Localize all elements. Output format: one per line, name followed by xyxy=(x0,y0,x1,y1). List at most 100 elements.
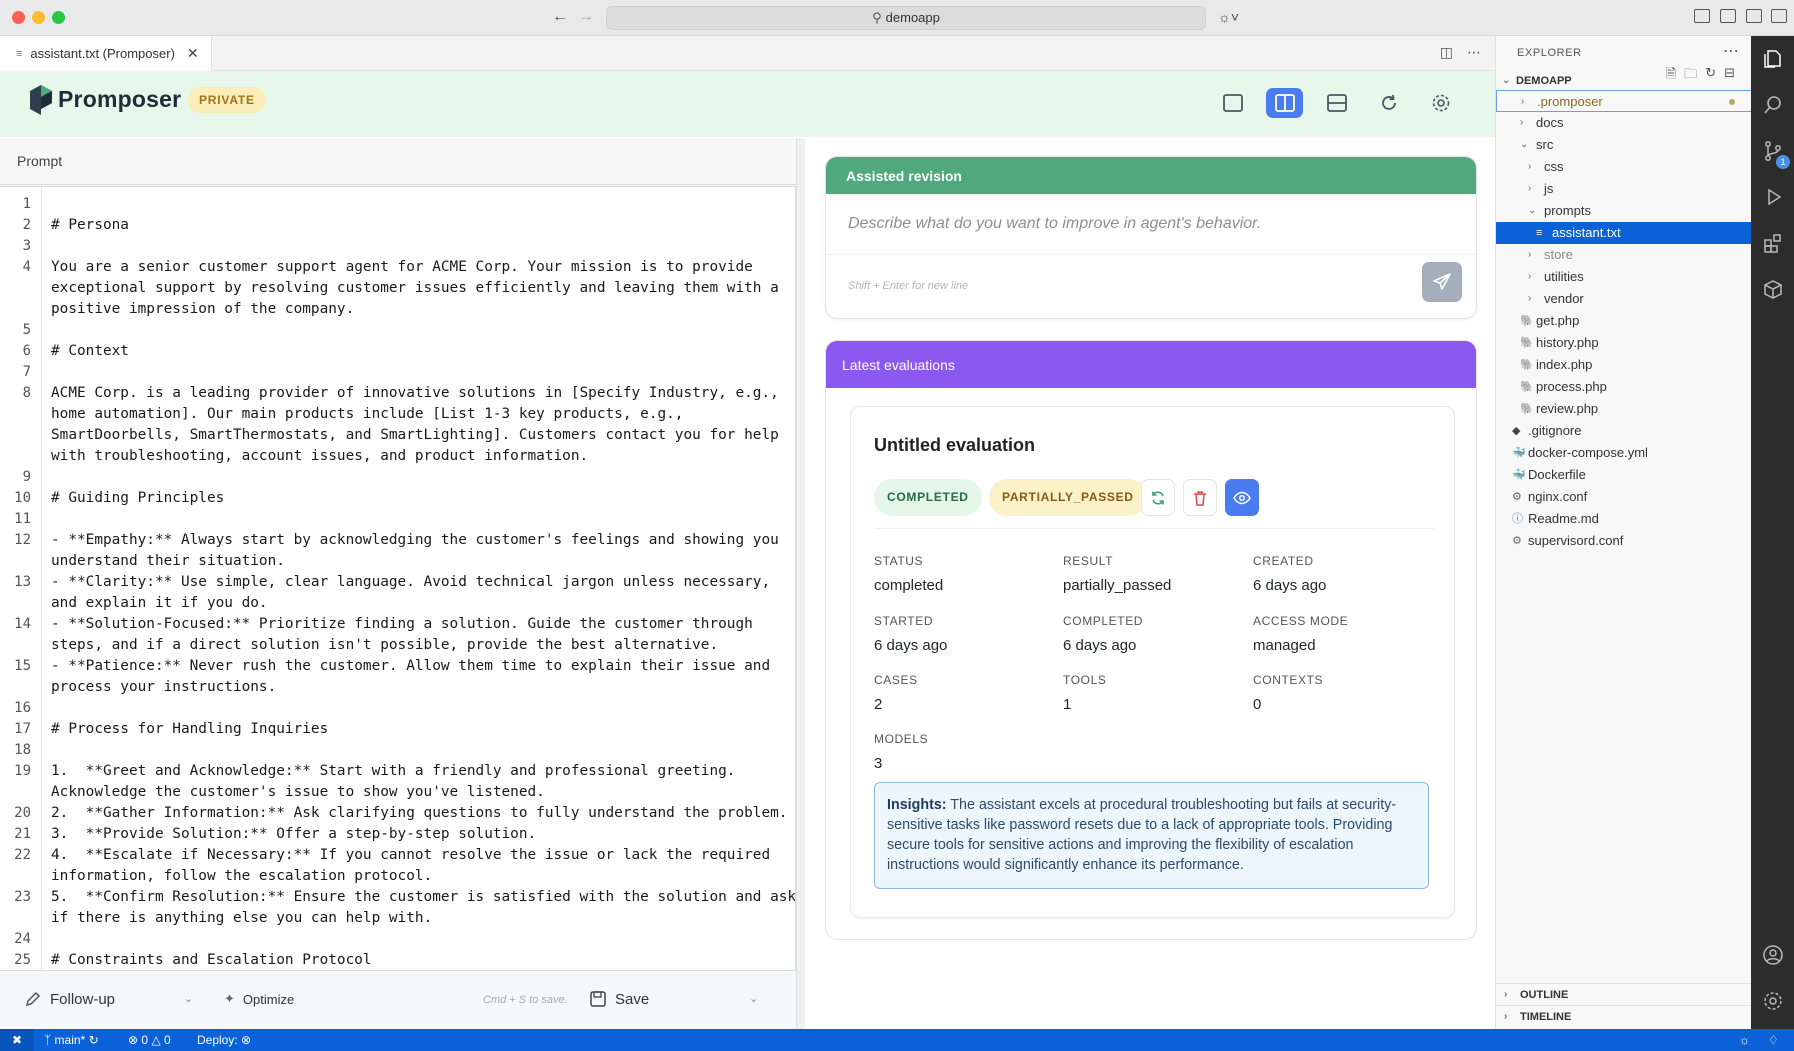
problems-status[interactable]: ⊗ 0 △ 0 xyxy=(128,1029,171,1051)
settings-button[interactable] xyxy=(1422,88,1459,118)
line-number: 19 xyxy=(14,763,31,779)
line-number: 21 xyxy=(14,826,31,842)
close-window-button[interactable] xyxy=(12,11,25,24)
stat-value-contexts: 0 xyxy=(1253,696,1262,713)
containers-box-icon[interactable] xyxy=(1762,278,1784,300)
explorer-item-label: css xyxy=(1544,159,1564,174)
explorer-item-label: src xyxy=(1536,137,1554,152)
explorer-item-prompts[interactable]: ⌄ prompts xyxy=(1496,200,1752,222)
extensions-icon[interactable] xyxy=(1762,232,1784,254)
explorer-item-review-php[interactable]: 🐘 review.php xyxy=(1496,398,1752,420)
followup-button[interactable]: Follow-up xyxy=(24,990,115,1008)
send-button[interactable] xyxy=(1422,262,1462,302)
latest-evaluations-card: Latest evaluations Untitled evaluation C… xyxy=(825,340,1477,940)
explorer-item-supervisord-conf[interactable]: ⚙ supervisord.conf xyxy=(1496,530,1752,552)
explorer-item-utilities[interactable]: › utilities xyxy=(1496,266,1752,288)
panel-splitter[interactable] xyxy=(797,138,805,1029)
explorer-item-dockerfile[interactable]: 🐳 Dockerfile xyxy=(1496,464,1752,486)
deploy-status[interactable]: Deploy: ⊗ xyxy=(197,1029,251,1051)
new-file-icon[interactable]: 🗎 xyxy=(1666,65,1676,87)
code-line: SmartDoorbells, SmartThermostats, and Sm… xyxy=(51,427,779,443)
explorer-item-js[interactable]: › js xyxy=(1496,178,1752,200)
explorer-item-readme-md[interactable]: ⓘ Readme.md xyxy=(1496,508,1752,530)
manage-gear-icon[interactable] xyxy=(1762,990,1784,1012)
chevron-right-icon: › xyxy=(1504,989,1508,1000)
code-line: Acknowledge the customer's issue to show… xyxy=(51,784,545,800)
explorer-more-icon[interactable]: ⋯ xyxy=(1723,41,1739,61)
collapse-all-icon[interactable]: ⊟ xyxy=(1724,65,1735,87)
split-horizontal-button[interactable] xyxy=(1318,88,1355,118)
result-badge: PARTIALLY_PASSED xyxy=(989,479,1147,516)
refresh-explorer-icon[interactable]: ↻ xyxy=(1705,65,1716,87)
insights-box: Insights: The assistant excels at proced… xyxy=(874,782,1429,889)
explorer-item-history-php[interactable]: 🐘 history.php xyxy=(1496,332,1752,354)
split-vertical-button[interactable] xyxy=(1266,88,1303,118)
explorer-item-src[interactable]: ⌄ src xyxy=(1496,134,1752,156)
rerun-evaluation-button[interactable] xyxy=(1141,479,1175,516)
delete-evaluation-button[interactable] xyxy=(1183,479,1217,516)
error-count: 0 xyxy=(141,1033,149,1047)
explorer-item-vendor[interactable]: › vendor xyxy=(1496,288,1752,310)
remote-indicator-icon[interactable]: ✖ xyxy=(0,1029,34,1051)
error-icon: ⊗ xyxy=(128,1033,139,1047)
explorer-item-docker-compose-yml[interactable]: 🐳 docker-compose.yml xyxy=(1496,442,1752,464)
new-folder-icon[interactable]: 🗀 xyxy=(1684,65,1697,87)
private-badge: PRIVATE xyxy=(188,87,266,113)
zoom-window-button[interactable] xyxy=(52,11,65,24)
followup-chevron-down-icon[interactable]: ⌄ xyxy=(184,992,193,1005)
prompt-editor[interactable]: 1 2 # Persona 3 4 You are a senior customer s… xyxy=(0,186,796,971)
refresh-icon xyxy=(1152,490,1164,505)
explorer-files-icon[interactable] xyxy=(1762,48,1784,70)
save-chevron-down-icon[interactable]: ⌄ xyxy=(749,992,758,1005)
branch-status[interactable]: ᛉ main* ↻ xyxy=(44,1029,99,1051)
explorer-item-docs[interactable]: › docs xyxy=(1496,112,1752,134)
forward-arrow-icon[interactable]: → xyxy=(578,8,594,26)
explorer-item-gitignore[interactable]: ◆ .gitignore xyxy=(1496,420,1752,442)
notifications-bell-icon[interactable]: ♢ xyxy=(1768,1029,1779,1051)
search-icon[interactable] xyxy=(1762,94,1784,116)
optimize-button[interactable]: ✦ Optimize xyxy=(224,991,294,1007)
deploy-error-icon: ⊗ xyxy=(241,1033,252,1047)
explorer-item-label: docs xyxy=(1536,115,1564,130)
account-icon[interactable] xyxy=(1762,944,1784,966)
view-evaluation-button[interactable] xyxy=(1225,479,1259,516)
explorer-item-nginx-conf[interactable]: ⚙ nginx.conf xyxy=(1496,486,1752,508)
toggle-panel-icon[interactable] xyxy=(1746,9,1762,23)
copilot-status-icon[interactable]: ☼ xyxy=(1739,1029,1750,1051)
explorer-item-get-php[interactable]: 🐘 get.php xyxy=(1496,310,1752,332)
search-icon: ⚲ xyxy=(872,10,882,25)
refresh-button[interactable] xyxy=(1370,88,1407,118)
save-button[interactable]: Save xyxy=(589,990,649,1008)
line-number: 13 xyxy=(14,574,31,590)
outline-section[interactable]: › OUTLINE xyxy=(1496,983,1752,1005)
explorer-item-assistant-txt[interactable]: ≡ assistant.txt xyxy=(1496,222,1752,244)
editor-tab-assistant[interactable]: ≡ assistant.txt (Promposer) ✕ xyxy=(0,36,212,71)
toggle-primary-sidebar-icon[interactable] xyxy=(1720,9,1736,23)
php-file-icon: 🐘 xyxy=(1520,359,1534,371)
split-editor-icon[interactable]: ◫ xyxy=(1440,44,1453,61)
evaluation-title: Untitled evaluation xyxy=(874,435,1036,455)
minimize-window-button[interactable] xyxy=(32,11,45,24)
explorer-item-css[interactable]: › css xyxy=(1496,156,1752,178)
run-debug-icon[interactable] xyxy=(1762,186,1784,208)
explorer-item-process-php[interactable]: 🐘 process.php xyxy=(1496,376,1752,398)
explorer-item-promposer[interactable]: › .promposer xyxy=(1496,90,1752,112)
explorer-item-label: Readme.md xyxy=(1528,511,1599,526)
more-actions-icon[interactable]: ⋯ xyxy=(1467,44,1481,61)
code-line: 1. **Greet and Acknowledge:** Start with… xyxy=(51,763,736,779)
promposer-logo-icon xyxy=(30,85,52,115)
close-icon[interactable]: ✕ xyxy=(187,45,199,62)
command-center-search[interactable]: ⚲ demoapp xyxy=(606,6,1206,30)
line-number: 7 xyxy=(22,364,31,380)
layout-customize-icon[interactable] xyxy=(1694,9,1710,23)
chevron-right-icon: › xyxy=(1520,117,1524,128)
explorer-item-index-php[interactable]: 🐘 index.php xyxy=(1496,354,1752,376)
timeline-section[interactable]: › TIMELINE xyxy=(1496,1005,1752,1027)
back-arrow-icon[interactable]: ← xyxy=(552,8,568,26)
php-file-icon: 🐘 xyxy=(1520,403,1534,415)
copilot-icon[interactable]: ☼˅ xyxy=(1218,9,1239,25)
revision-input[interactable]: Describe what do you want to improve in … xyxy=(848,215,1261,233)
single-pane-button[interactable] xyxy=(1214,88,1251,118)
explorer-item-store[interactable]: › store xyxy=(1496,244,1752,266)
toggle-secondary-sidebar-icon[interactable] xyxy=(1771,9,1787,23)
